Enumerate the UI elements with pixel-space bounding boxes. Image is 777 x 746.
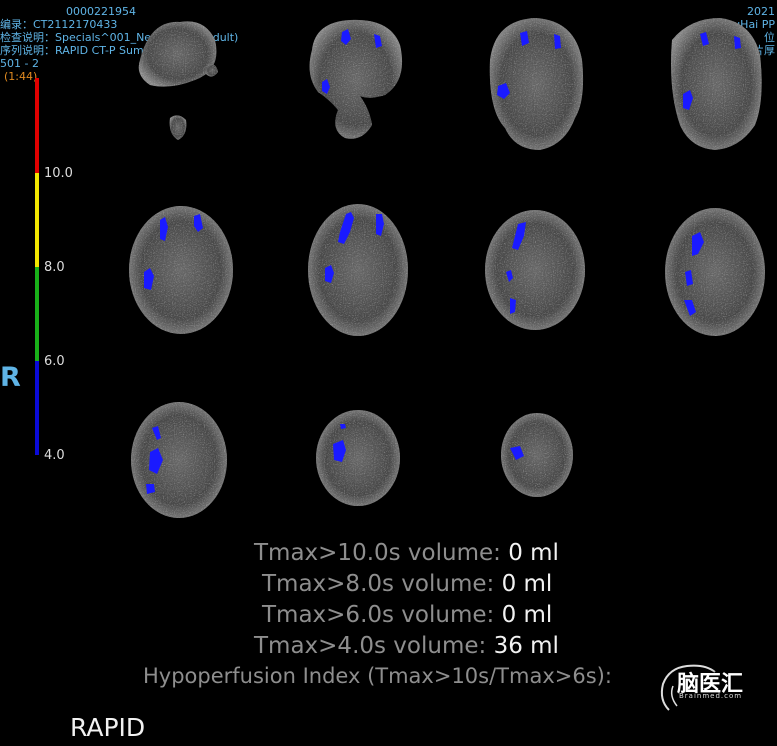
- brain-slice-1: [138, 21, 218, 140]
- result-tmax10-label: Tmax>10.0s volume:: [254, 540, 501, 566]
- watermark-logo: 脑医汇 Brainmed.com: [655, 660, 763, 720]
- result-hypoperfusion-label: Hypoperfusion Index (Tmax>10s/Tmax>6s):: [143, 664, 612, 688]
- brain-slice-7: [485, 210, 585, 330]
- result-tmax8-label: Tmax>8.0s volume:: [262, 571, 495, 597]
- brain-slice-11: [501, 413, 573, 497]
- result-tmax8-value: 0 ml: [501, 571, 553, 597]
- result-tmax10-value: 0 ml: [508, 540, 559, 566]
- result-tmax6-value: 0 ml: [501, 602, 553, 628]
- brain-slice-9: [131, 402, 227, 518]
- brain-slice-5: [129, 206, 233, 334]
- result-tmax4-label: Tmax>4.0s volume:: [254, 633, 487, 659]
- result-tmax6: Tmax>6.0s volume: 0 ml: [262, 602, 552, 628]
- brain-slice-grid: [129, 18, 765, 518]
- brain-slice-8: [665, 208, 765, 336]
- brain-slice-2: [309, 19, 403, 139]
- result-tmax4: Tmax>4.0s volume: 36 ml: [254, 633, 559, 659]
- result-tmax4-value: 36 ml: [493, 633, 559, 659]
- watermark-subtext: Brainmed.com: [679, 692, 743, 700]
- brain-slice-4: [671, 18, 762, 150]
- rapid-brand: RAPID: [70, 713, 146, 742]
- result-tmax6-label: Tmax>6.0s volume:: [262, 602, 495, 628]
- result-tmax8: Tmax>8.0s volume: 0 ml: [262, 571, 552, 597]
- result-hypoperfusion-index: Hypoperfusion Index (Tmax>10s/Tmax>6s):: [143, 664, 612, 688]
- brain-slice-10: [316, 410, 400, 506]
- result-tmax10: Tmax>10.0s volume: 0 ml: [254, 540, 559, 566]
- brain-slice-6: [308, 204, 408, 336]
